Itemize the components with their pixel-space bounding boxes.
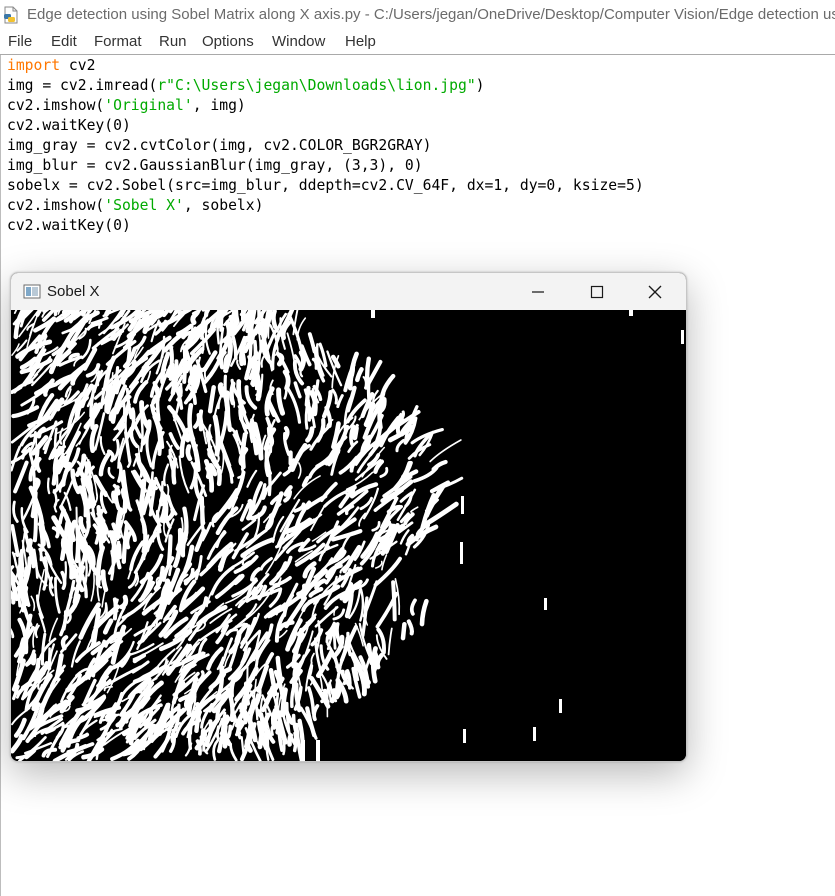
edge-tick (681, 330, 684, 344)
edge-stroke (271, 310, 278, 329)
edge-stroke (391, 580, 397, 622)
edge-tick (241, 310, 245, 320)
edge-stroke (104, 384, 112, 414)
window-titlebar[interactable]: Edge detection using Sobel Matrix along … (0, 0, 835, 30)
edge-stroke (32, 477, 41, 492)
python-file-icon (4, 6, 18, 24)
edge-stroke (100, 569, 109, 592)
edge-stroke (212, 414, 221, 457)
code-line: img = cv2.imread(r"C:\Users\jegan\Downlo… (7, 77, 485, 94)
window-title: Edge detection using Sobel Matrix along … (27, 6, 835, 23)
edge-stroke (38, 526, 45, 552)
edge-stroke (280, 687, 288, 718)
edge-stroke (203, 369, 207, 381)
image-window-titlebar[interactable]: Sobel X (11, 273, 686, 310)
edge-stroke (366, 642, 374, 666)
edge-stroke (217, 382, 225, 398)
edge-stroke (186, 725, 191, 739)
edge-stroke (155, 386, 161, 422)
edge-tick (463, 729, 466, 743)
edge-stroke (226, 724, 233, 739)
editor-border (0, 55, 1, 896)
close-button[interactable] (626, 273, 684, 310)
edge-stroke (85, 475, 94, 510)
code-line: import cv2 (7, 57, 96, 74)
edge-tick (371, 310, 375, 318)
edge-stroke (25, 538, 33, 553)
edge-stroke (162, 504, 170, 521)
code-line: sobelx = cv2.Sobel(src=img_blur, ddepth=… (7, 177, 644, 194)
edge-stroke (352, 425, 359, 441)
edge-tick (301, 740, 305, 761)
edge-stroke (400, 621, 407, 641)
edge-stroke (139, 417, 144, 453)
edge-tick (533, 727, 536, 741)
edge-stroke (190, 311, 199, 325)
menu-options[interactable]: Options (202, 33, 254, 50)
edge-stroke (223, 354, 230, 373)
edge-tick (629, 310, 633, 316)
menu-bar: File Edit Format Run Options Window Help (0, 30, 835, 55)
edge-stroke (258, 334, 262, 364)
edge-stroke (195, 709, 202, 723)
image-window[interactable]: Sobel X (10, 272, 687, 762)
edge-stroke (229, 469, 234, 484)
menu-edit[interactable]: Edit (51, 33, 77, 50)
minimize-icon (532, 291, 544, 293)
menu-help[interactable]: Help (345, 33, 376, 50)
edge-tick (544, 598, 547, 610)
code-line: cv2.waitKey(0) (7, 217, 131, 234)
edge-stroke (117, 461, 123, 483)
menu-window[interactable]: Window (272, 33, 325, 50)
sobel-x-image (11, 310, 686, 761)
edge-stroke (60, 538, 67, 554)
edge-stroke (61, 439, 66, 455)
close-icon (648, 285, 662, 299)
code-line: img_blur = cv2.GaussianBlur(img_gray, (3… (7, 157, 423, 174)
edge-tick (316, 740, 320, 761)
edge-stroke (199, 495, 206, 526)
menu-run[interactable]: Run (159, 33, 187, 50)
menu-format[interactable]: Format (94, 33, 142, 50)
edge-tick (461, 496, 464, 514)
edge-stroke (98, 524, 104, 552)
edge-stroke (215, 725, 220, 740)
code-line: img_gray = cv2.cvtColor(img, cv2.COLOR_B… (7, 137, 432, 154)
edge-stroke (32, 502, 38, 543)
edge-stroke (370, 646, 378, 684)
edge-stroke (304, 385, 311, 407)
edge-stroke (330, 688, 337, 704)
menu-file[interactable]: File (8, 33, 32, 50)
code-line: cv2.imshow('Sobel X', sobelx) (7, 197, 264, 214)
maximize-icon (590, 285, 604, 299)
edge-stroke (240, 432, 248, 470)
code-editor[interactable]: import cv2 img = cv2.imread(r"C:\Users\j… (7, 56, 644, 236)
edge-stroke (17, 587, 22, 608)
edge-stroke (185, 444, 193, 462)
code-line: cv2.imshow('Original', img) (7, 97, 246, 114)
edge-stroke (46, 477, 51, 495)
edge-stroke (111, 490, 117, 504)
maximize-button[interactable] (568, 273, 626, 310)
edge-stroke (352, 657, 357, 681)
edge-stroke (266, 426, 274, 444)
image-window-icon (23, 284, 41, 299)
code-line: cv2.waitKey(0) (7, 117, 131, 134)
image-window-title: Sobel X (47, 283, 100, 300)
edge-stroke (332, 622, 337, 650)
edge-stroke (53, 427, 58, 455)
minimize-button[interactable] (509, 273, 567, 310)
edge-stroke (292, 731, 298, 753)
edge-tick (559, 699, 562, 713)
edge-tick (460, 542, 463, 564)
